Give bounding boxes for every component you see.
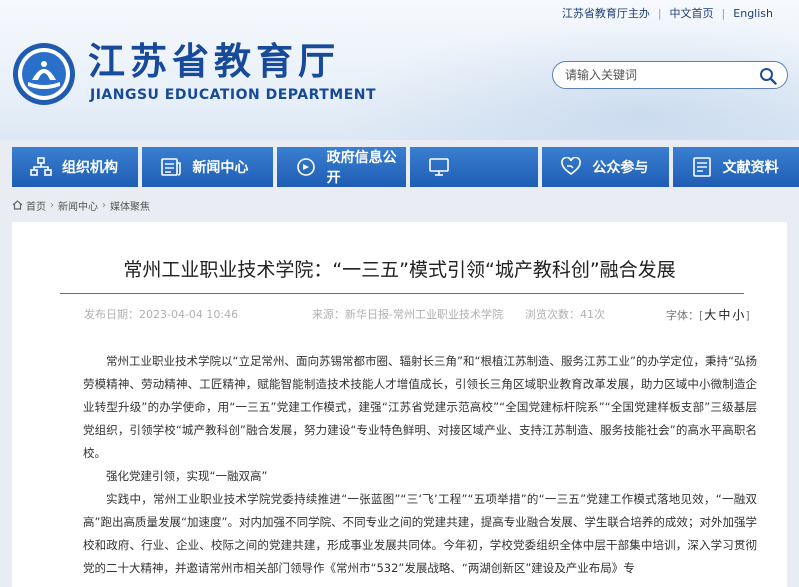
nav-label: 组织机构 bbox=[62, 160, 118, 176]
news-icon bbox=[161, 158, 182, 176]
font-size-control: 字体：[大中小] bbox=[666, 308, 750, 322]
publish-date: 发布日期：2023-04-04 10:46 bbox=[84, 308, 239, 321]
document-icon bbox=[692, 157, 711, 177]
breadcrumb-separator: › bbox=[50, 199, 54, 211]
nav-label: 新闻中心 bbox=[192, 160, 249, 176]
breadcrumb-news[interactable]: 新闻中心 bbox=[58, 198, 98, 213]
paragraph: 实践中，常州工业职业技术学院党委持续推进“一张蓝图”“三‘飞’工程”“五项举措”… bbox=[83, 492, 757, 575]
breadcrumb-media[interactable]: 媒体聚焦 bbox=[110, 198, 150, 213]
article-meta: 发布日期：2023-04-04 10:46 来源：新华日报-常州工业职业技术学院… bbox=[84, 306, 750, 324]
english-link[interactable]: English bbox=[725, 7, 781, 20]
site-name-cn[interactable]: 江苏省教育厅 bbox=[88, 40, 340, 84]
nav-item-public-participation[interactable]: 公众参与 bbox=[542, 147, 669, 187]
breadcrumb-separator: › bbox=[102, 199, 106, 211]
chinese-home-link[interactable]: 中文首页 bbox=[662, 5, 722, 21]
emblem-logo-icon bbox=[13, 43, 75, 105]
breadcrumb: 首页 › 新闻中心 › 媒体聚焦 bbox=[12, 197, 150, 213]
main-nav: 组织机构 新闻中心 政府信息公开 公众参与 文献资料 bbox=[12, 147, 799, 187]
info-icon bbox=[296, 158, 315, 176]
heart-hands-icon bbox=[561, 157, 582, 175]
nav-item-gov-info[interactable]: 政府信息公开 bbox=[276, 147, 406, 187]
font-size-label: 字体： bbox=[666, 309, 699, 322]
paragraph-heading: 强化党建引领，实现“一融双高” bbox=[106, 469, 268, 483]
nav-label: 文献资料 bbox=[722, 160, 779, 176]
search-icon[interactable] bbox=[759, 67, 777, 85]
article-body: 常州工业职业技术学院以“立足常州、面向苏锡常都市圈、辐射长三角”和“根植江苏制造… bbox=[83, 350, 757, 580]
sponsor-text: 江苏省教育厅主办 bbox=[561, 7, 650, 20]
font-size-large-button[interactable]: 大 bbox=[703, 308, 717, 322]
nav-item-documents[interactable]: 文献资料 bbox=[672, 147, 799, 187]
font-size-medium-button[interactable]: 中 bbox=[717, 308, 731, 322]
nav-item-news[interactable]: 新闻中心 bbox=[142, 147, 273, 187]
nav-item-online-service[interactable] bbox=[410, 147, 539, 187]
nav-item-organization[interactable]: 组织机构 bbox=[12, 147, 139, 187]
home-icon bbox=[12, 200, 23, 210]
title-divider bbox=[60, 293, 744, 294]
org-chart-icon bbox=[30, 157, 52, 176]
paragraph: 常州工业职业技术学院以“立足常州、面向苏锡常都市圈、辐射长三角”和“根植江苏制造… bbox=[83, 354, 757, 460]
site-header: 江苏省教育厅主办 | 中文首页 | English 江苏省教育厅 JIANGSU… bbox=[0, 0, 799, 140]
breadcrumb-home[interactable]: 首页 bbox=[26, 198, 46, 213]
search-box bbox=[552, 61, 788, 89]
nav-label: 公众参与 bbox=[592, 160, 649, 176]
article-source: 来源：新华日报-常州工业职业技术学院 bbox=[312, 308, 503, 321]
article-panel: 常州工业职业技术学院：“一三五”模式引领“城产教科创”融合发展 发布日期：202… bbox=[12, 222, 787, 587]
nav-label: 政府信息公开 bbox=[326, 150, 397, 186]
top-links: 江苏省教育厅主办 | 中文首页 | English bbox=[554, 5, 781, 21]
search-input[interactable] bbox=[565, 66, 755, 84]
article-title: 常州工业职业技术学院：“一三五”模式引领“城产教科创”融合发展 bbox=[123, 259, 676, 281]
site-name-en: JIANGSU EDUCATION DEPARTMENT bbox=[90, 87, 377, 103]
computer-icon bbox=[429, 158, 449, 176]
view-count: 浏览次数：41次 bbox=[525, 308, 605, 321]
font-size-small-button[interactable]: 小 bbox=[731, 308, 745, 322]
